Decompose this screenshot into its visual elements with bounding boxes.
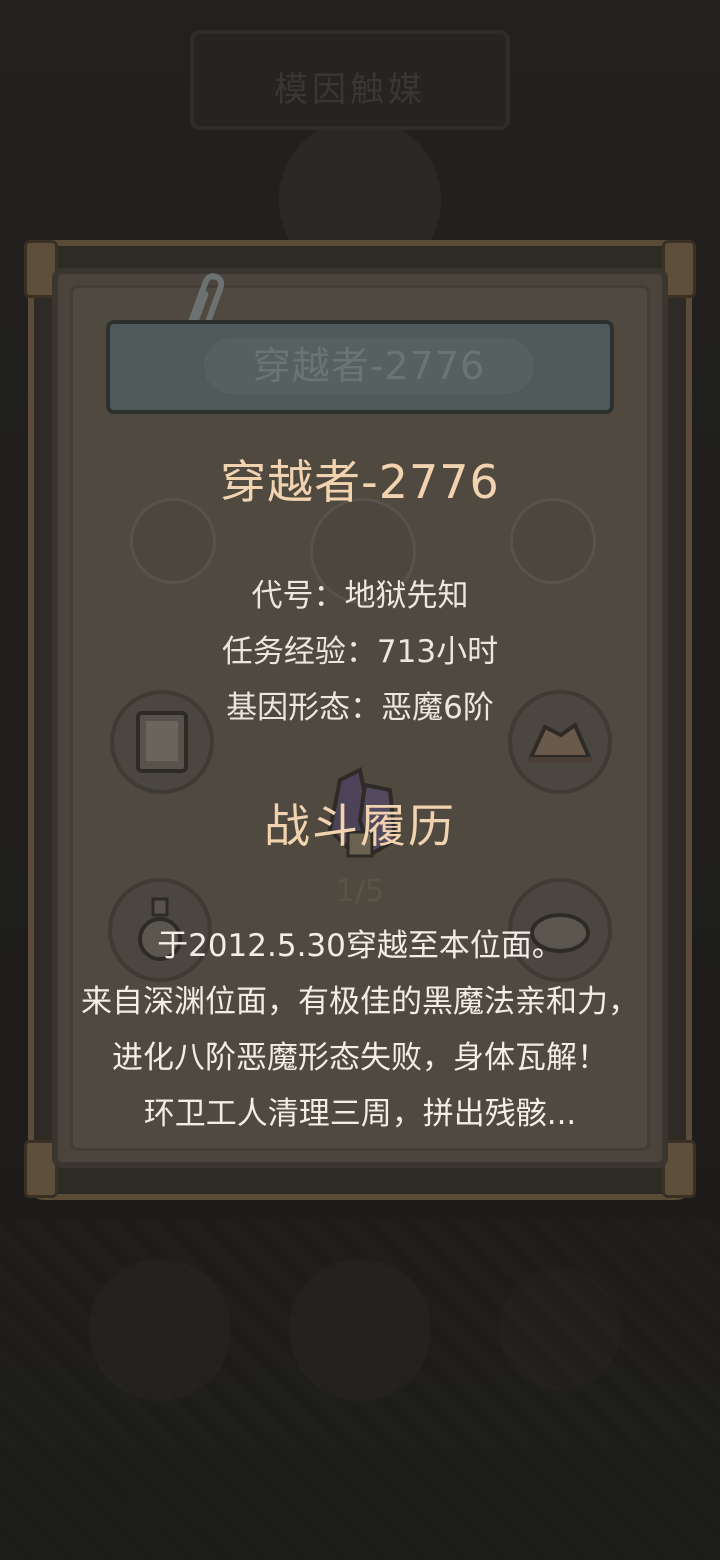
codename-line: 代号：地狱先知: [251, 578, 469, 614]
battle-history-title: 战斗履历: [264, 799, 456, 853]
history-line: 来自深渊位面，有极佳的黑魔法亲和力，: [81, 984, 639, 1020]
history-line: 于2012.5.30穿越至本位面。: [157, 928, 563, 964]
card-header-label: 穿越者-2776: [204, 338, 534, 394]
gene-form-line: 基因形态：恶魔6阶: [226, 690, 494, 726]
history-line: 进化八阶恶魔形态失败，身体瓦解！: [112, 1040, 608, 1076]
banner-title: 模因触媒: [274, 70, 426, 110]
history-line: 环卫工人清理三周，拼出残骸...: [143, 1096, 577, 1132]
character-name: 穿越者-2776: [220, 455, 500, 509]
bottom-decoration: [0, 1220, 720, 1560]
top-banner: 模因触媒: [190, 30, 510, 130]
mission-experience-line: 任务经验：713小时: [221, 634, 499, 670]
card-header-bar: 穿越者-2776: [106, 320, 614, 414]
progress-counter: 1/5: [335, 874, 385, 909]
